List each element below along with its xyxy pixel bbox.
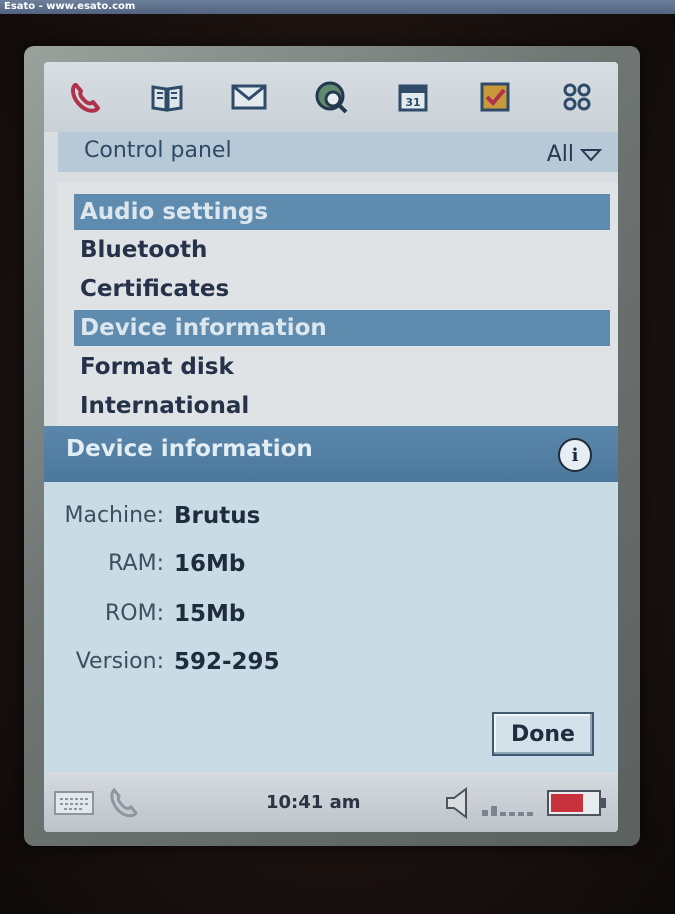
messaging-envelope-icon[interactable]	[229, 77, 269, 117]
field-row-version: Version: 592-295	[44, 642, 618, 682]
battery-icon	[547, 790, 606, 816]
device-screen: 31 Control panel All Audio settings Blue…	[44, 62, 618, 832]
applications-grid-icon[interactable]	[557, 77, 597, 117]
watermark-text: Esato - www.esato.com	[4, 1, 136, 12]
dialog-title: Device information	[66, 436, 313, 462]
field-row-ram: RAM: 16Mb	[44, 544, 618, 584]
phone-handset-icon[interactable]	[106, 786, 142, 820]
field-row-machine: Machine: Brutus	[44, 496, 618, 536]
field-label: Machine:	[64, 503, 164, 528]
device-information-dialog: Device information i Machine: Brutus RAM…	[44, 426, 618, 772]
speaker-icon[interactable]	[444, 786, 472, 820]
tasks-checkbox-icon[interactable]	[475, 77, 515, 117]
list-item-international[interactable]: International	[74, 388, 249, 424]
chevron-down-icon	[580, 148, 602, 161]
field-value: 15Mb	[174, 601, 246, 627]
settings-list: Audio settings Bluetooth Certificates De…	[58, 182, 618, 426]
list-item-bluetooth[interactable]: Bluetooth	[74, 232, 207, 268]
app-launcher-bar: 31	[44, 62, 618, 132]
field-row-rom: ROM: 15Mb	[44, 594, 618, 634]
done-button[interactable]: Done	[492, 712, 594, 756]
field-value: Brutus	[174, 503, 261, 529]
info-icon: i	[558, 438, 592, 472]
contacts-book-icon[interactable]	[147, 77, 187, 117]
web-globe-icon[interactable]	[311, 77, 351, 117]
keyboard-icon[interactable]	[54, 790, 94, 816]
field-label: Version:	[75, 649, 164, 674]
list-item-format-disk[interactable]: Format disk	[74, 349, 234, 385]
list-item-audio-settings[interactable]: Audio settings	[74, 194, 610, 230]
status-time: 10:41 am	[266, 792, 361, 813]
field-label: ROM:	[105, 601, 164, 626]
watermark-bar: Esato - www.esato.com	[0, 0, 675, 14]
filter-label: All	[546, 142, 574, 167]
list-item-device-information[interactable]: Device information	[74, 310, 610, 346]
control-panel-header: Control panel All	[58, 132, 618, 172]
field-value: 592-295	[174, 649, 280, 675]
svg-text:31: 31	[405, 96, 420, 109]
list-item-certificates[interactable]: Certificates	[74, 271, 229, 307]
field-label: RAM:	[108, 551, 164, 576]
field-value: 16Mb	[174, 551, 246, 577]
signal-strength-icon	[482, 806, 533, 816]
status-bar: 10:41 am	[44, 774, 618, 832]
category-filter-dropdown[interactable]: All	[547, 142, 602, 167]
page-title: Control panel	[84, 138, 232, 163]
calendar-icon[interactable]: 31	[393, 77, 433, 117]
dialog-header: Device information i	[44, 426, 618, 482]
phone-icon[interactable]	[65, 77, 105, 117]
